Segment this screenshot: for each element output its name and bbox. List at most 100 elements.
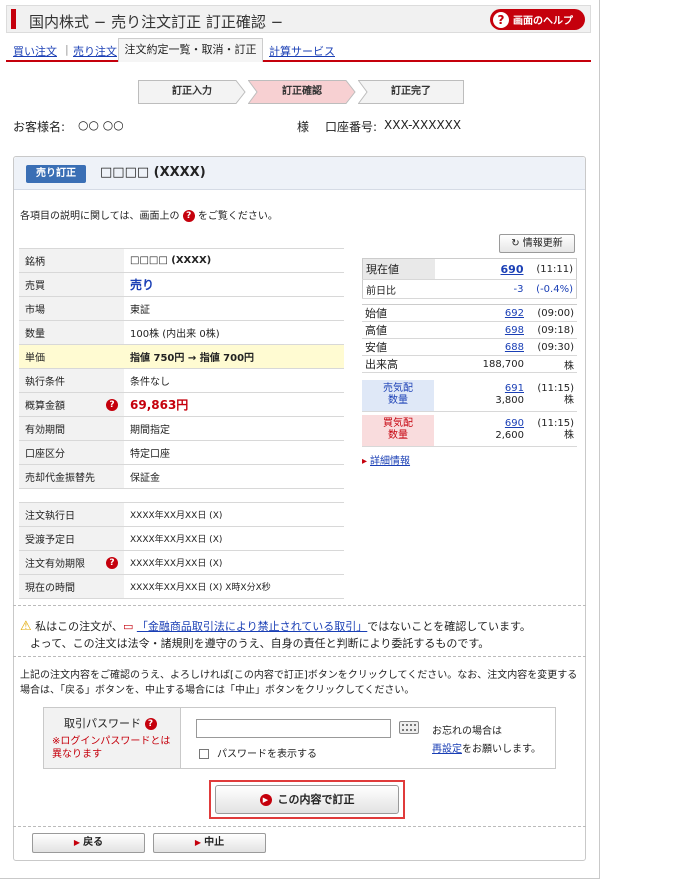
warning-text-pre: 私はこの注文が、 [35,620,123,633]
row-label-text: 概算金額 [25,401,65,412]
current-price-value[interactable]: 690 [501,263,524,276]
question-icon: ? [182,210,195,222]
table-row: 銘柄 □□□□ (XXXX) [19,248,344,273]
bid-price[interactable]: 690 [505,418,524,429]
header-accent-bar [11,9,16,29]
row-label: 注文有効期限? [19,550,124,575]
row-label: 注文執行日 [19,502,124,527]
document-icon: ▭ [122,620,134,633]
password-label-text: 取引パスワード [64,717,141,730]
ask-unit: 株 [564,395,574,407]
table-row: 有効期間 期間指定 [19,416,344,441]
bid-unit: 株 [564,430,574,442]
back-label: 戻る [83,837,104,848]
tab-buy-order[interactable]: 買い注文 [13,43,57,59]
side-value: 売り [124,272,344,297]
row-label-text: 注文有効期限 [25,559,85,570]
table-row: 始値 692 (09:00) [362,304,577,322]
low-time: (09:30) [527,338,577,356]
tab-calc-service[interactable]: 計算サービス [269,43,335,59]
current-price-label: 現在値 [362,258,435,280]
row-label: 受渡予定日 [19,526,124,551]
high-value[interactable]: 698 [505,325,524,336]
prohibited-trades-link[interactable]: 「金融商品取引法により禁止されている取引」 [137,620,367,633]
forgot-password-note: お忘れの場合は 再設定をお願いします。 [432,723,541,759]
high-label: 高値 [362,321,434,339]
row-label: 現在の時間 [19,574,124,599]
customer-name: ○○ ○○ [78,118,124,132]
volume-value: 188,700 [434,355,527,373]
row-value: 保証金 [124,464,344,489]
ask-label-1: 売気配 [383,383,413,395]
volume-label: 出来高 [362,355,434,373]
ask-label-2: 数量 [388,395,408,407]
help-note-before: 各項目の説明に関しては、画面上の [20,211,180,222]
amount-value: 69,863円 [124,392,344,417]
row-label: 単価 [19,344,124,369]
change-value: -3 [434,279,527,299]
row-value: XXXX年XX月XX日 (X) [124,550,344,575]
panel-header: 売り訂正 □□□□ (XXXX) [14,157,585,190]
open-value[interactable]: 692 [505,308,524,319]
step-input: 訂正入力 [138,80,246,104]
table-row: 注文執行日 XXXX年XX月XX日 (X) [19,502,344,527]
ask-price[interactable]: 691 [505,383,524,394]
warning-icon: ⚠ [20,619,32,634]
compliance-warning: ⚠ 私はこの注文が、▭ 「金融商品取引法により禁止されている取引」ではないことを… [20,618,585,652]
submit-label: この内容で訂正 [277,793,355,806]
question-icon[interactable]: ? [106,399,118,411]
password-box: 取引パスワード ? ※ログインパスワードとは異なります パスワードを表示する お… [43,707,556,769]
low-label: 安値 [362,338,434,356]
account-number: XXX-XXXXXX [384,118,462,132]
keyboard-icon[interactable] [399,721,419,734]
change-label: 前日比 [362,279,435,299]
detail-info-link[interactable]: 詳細情報 [362,452,410,467]
show-password-checkbox[interactable] [199,749,209,759]
question-icon[interactable]: ? [106,557,118,569]
cancel-button[interactable]: ▶ 中止 [153,833,266,853]
date-table: 注文執行日 XXXX年XX月XX日 (X) 受渡予定日 XXXX年XX月XX日 (X… [19,502,344,599]
ohlc-table: 始値 692 (09:00) 高値 698 (09:18) 安値 688 (09:30) 出… [362,304,577,373]
tab-bar: 買い注文 | 売り注文 注文約定一覧・取消・訂正 計算サービス [6,38,591,62]
high-time: (09:18) [527,321,577,339]
warning-text-line2: よって、この注文は法令・諸規則を遵守のうえ、自身の責任と判断により委託するもので… [30,637,490,650]
table-row-highlight: 単価 指値 750円 → 指値 700円 [19,344,344,369]
price-value: 指値 750円 → 指値 700円 [124,344,344,369]
show-password-label: パスワードを表示する [217,749,317,760]
divider [13,656,586,657]
customer-honorific: 様 [297,120,310,134]
arrow-right-icon: ▶ [194,838,202,847]
password-note: ※ログインパスワードとは異なります [52,736,171,760]
step-input-label: 訂正入力 [172,86,212,97]
table-row: 執行条件 条件なし [19,368,344,393]
help-label: 画面のヘルプ [513,16,573,27]
row-value: 特定口座 [124,440,344,465]
question-icon: ? [493,11,509,28]
row-value: 条件なし [124,368,344,393]
step-complete: 訂正完了 [358,80,464,104]
product-name: □□□□ (XXXX) [100,165,206,180]
current-price-link[interactable]: 690 [434,258,527,280]
show-password-option[interactable]: パスワードを表示する [199,745,317,760]
refresh-button[interactable]: ↻ 情報更新 [499,234,575,253]
table-row: 数量 100株 (内出来 0株) [19,320,344,345]
order-detail-table: 銘柄 □□□□ (XXXX) 売買 売り 市場 東証 数量 100株 (内出来 0株) … [19,248,344,489]
cancel-label: 中止 [204,837,225,848]
back-button[interactable]: ▶ 戻る [32,833,145,853]
row-value: XXXX年XX月XX日 (X) X時X分X秒 [124,574,344,599]
tab-sell-order[interactable]: 売り注文 [73,43,117,59]
table-row: 現在の時間 XXXX年XX月XX日 (X) X時X分X秒 [19,574,344,599]
row-label: 銘柄 [19,248,124,273]
tab-order-list[interactable]: 注文約定一覧・取消・訂正 [118,38,263,62]
open-time: (09:00) [527,304,577,322]
question-icon[interactable]: ? [144,718,157,730]
divider [13,826,586,827]
password-input[interactable] [196,719,391,738]
volume-unit: 株 [527,355,577,373]
submit-correction-button[interactable]: ▶ この内容で訂正 [215,785,399,814]
row-label: 売却代金振替先 [19,464,124,489]
low-value[interactable]: 688 [505,342,524,353]
help-button[interactable]: ? 画面のヘルプ [490,9,585,30]
reset-password-link[interactable]: 再設定 [432,744,462,755]
customer-name-label: お客様名: [13,120,66,134]
